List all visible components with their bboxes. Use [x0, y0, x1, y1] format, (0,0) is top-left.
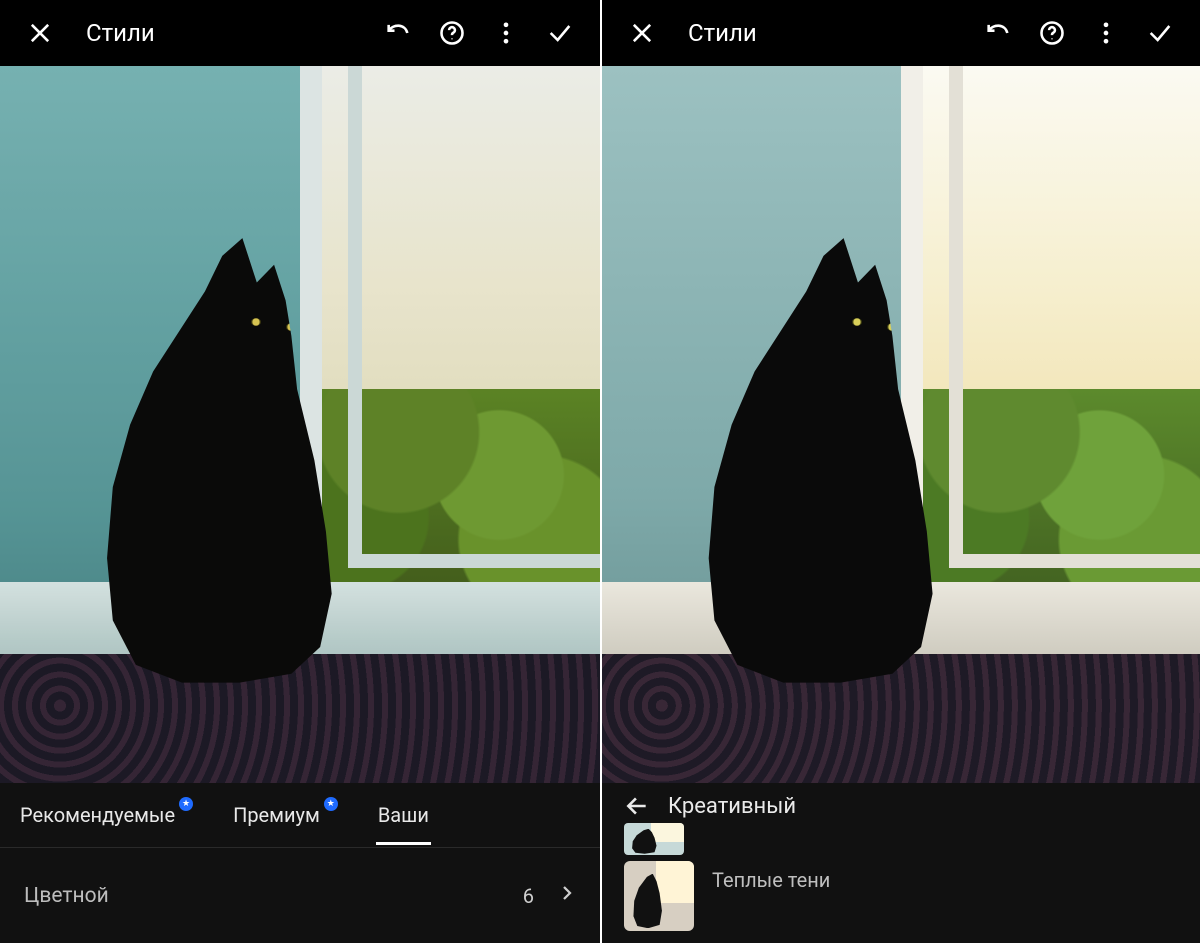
preset-strip[interactable]: Теплые тени — [602, 829, 1200, 943]
star-badge-icon — [179, 797, 193, 811]
screen-left: Стили Р — [0, 0, 600, 943]
screen-right: Стили — [600, 0, 1200, 943]
arrow-left-icon[interactable] — [624, 793, 650, 819]
preset-thumb-warm-shadows[interactable] — [624, 861, 694, 931]
edited-photo — [0, 66, 600, 783]
chevron-right-icon — [558, 884, 576, 908]
app-bar: Стили — [0, 0, 600, 66]
preset-panel: Креативный Теплые тени — [602, 783, 1200, 943]
category-row-color[interactable]: Цветной 6 — [0, 848, 600, 943]
more-icon[interactable] — [1084, 11, 1128, 55]
page-title: Стили — [86, 19, 366, 47]
check-icon[interactable] — [538, 11, 582, 55]
tab-label: Рекомендуемые — [20, 803, 175, 827]
more-icon[interactable] — [484, 11, 528, 55]
app-bar: Стили — [602, 0, 1200, 66]
tab-label: Премиум — [233, 803, 320, 827]
undo-icon[interactable] — [376, 11, 420, 55]
undo-icon[interactable] — [976, 11, 1020, 55]
breadcrumb-label: Креативный — [668, 794, 796, 819]
close-icon[interactable] — [18, 11, 62, 55]
image-canvas[interactable] — [602, 66, 1200, 783]
tab-yours[interactable]: Ваши — [376, 797, 431, 833]
edited-photo — [602, 66, 1200, 783]
preset-thumb-prev[interactable] — [624, 823, 684, 855]
preset-breadcrumb: Креативный — [602, 783, 1200, 829]
preset-label: Теплые тени — [712, 868, 830, 892]
style-tabs: Рекомендуемые Премиум Ваши — [0, 783, 600, 847]
styles-panel: Рекомендуемые Премиум Ваши Цветной 6 — [0, 783, 600, 943]
close-icon[interactable] — [620, 11, 664, 55]
tab-recommended[interactable]: Рекомендуемые — [18, 797, 195, 833]
image-canvas[interactable] — [0, 66, 600, 783]
help-icon[interactable] — [1030, 11, 1074, 55]
star-badge-icon — [324, 797, 338, 811]
check-icon[interactable] — [1138, 11, 1182, 55]
category-label: Цветной — [24, 884, 109, 908]
page-title: Стили — [688, 19, 966, 47]
tab-label: Ваши — [378, 803, 429, 827]
tab-premium[interactable]: Премиум — [231, 797, 340, 833]
help-icon[interactable] — [430, 11, 474, 55]
category-count: 6 — [523, 884, 534, 908]
